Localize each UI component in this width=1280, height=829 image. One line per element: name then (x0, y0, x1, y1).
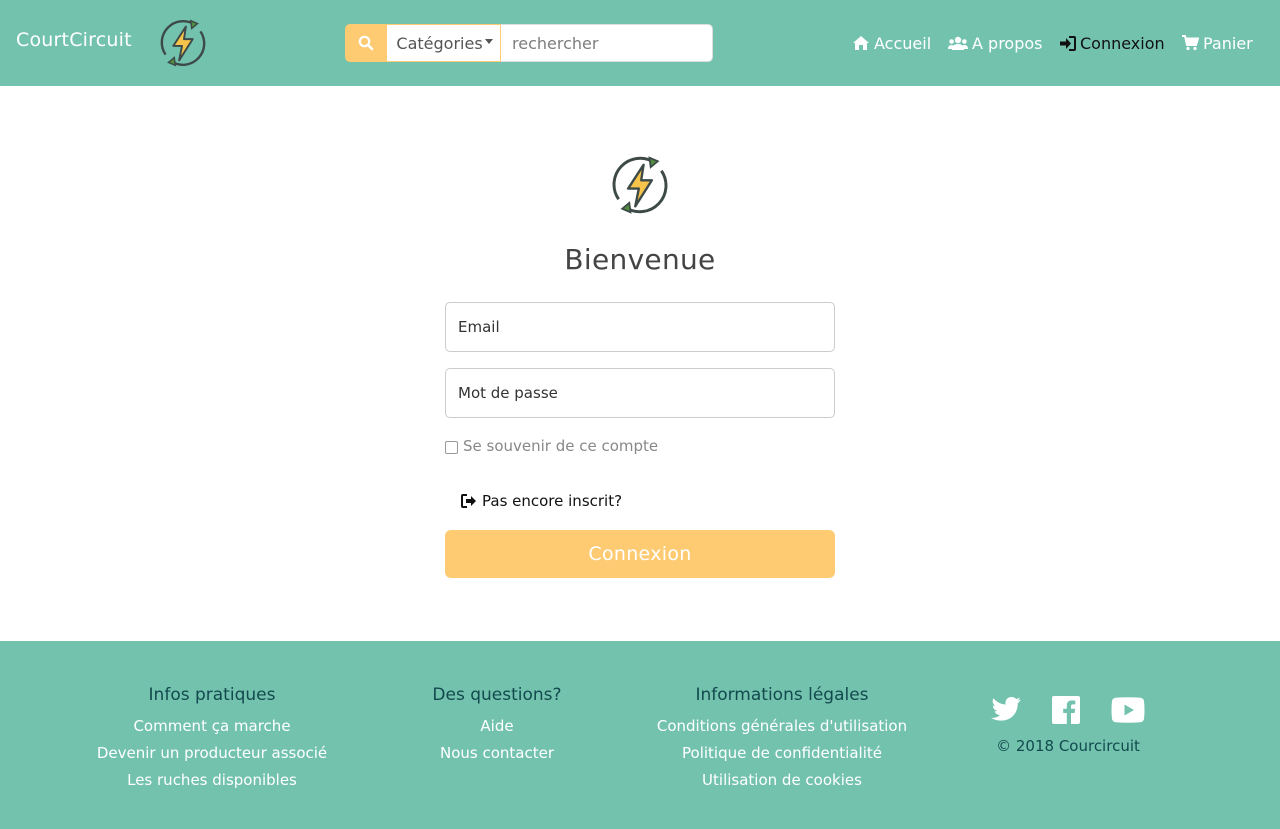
youtube-icon[interactable] (1110, 696, 1146, 724)
nav-panier[interactable]: Panier (1182, 32, 1253, 54)
nav-accueil[interactable]: Accueil (852, 32, 931, 54)
footer-link[interactable]: Devenir un producteur associé (62, 740, 362, 767)
footer-link[interactable]: Aide (397, 713, 597, 740)
caret-down-icon (484, 38, 493, 44)
login-button[interactable]: Connexion (445, 530, 835, 578)
brand-name[interactable]: CourtCircuit (16, 29, 132, 51)
nav-label: Connexion (1080, 33, 1165, 53)
twitter-icon[interactable] (990, 696, 1022, 724)
copyright: © 2018 Courcircuit (996, 737, 1140, 755)
remember-label[interactable]: Se souvenir de ce compte (463, 437, 658, 455)
social-links (988, 696, 1148, 728)
footer-heading: Infos pratiques (148, 685, 276, 705)
search-icon (358, 35, 374, 51)
footer-heading: Informations légales (695, 685, 869, 705)
remember-me: Se souvenir de ce compte (445, 437, 658, 455)
footer-column-infos: Infos pratiques Comment ça marche Deveni… (62, 685, 362, 794)
search-button[interactable] (345, 24, 387, 62)
search-input[interactable] (500, 24, 713, 62)
nav-connexion[interactable]: Connexion (1060, 32, 1165, 54)
footer-link[interactable]: Utilisation de cookies (632, 767, 932, 794)
footer-heading: Des questions? (432, 685, 562, 705)
footer-link[interactable]: Comment ça marche (62, 713, 362, 740)
signup-link[interactable]: Pas encore inscrit? (461, 492, 622, 510)
footer-link[interactable]: Les ruches disponibles (62, 767, 362, 794)
signup-label: Pas encore inscrit? (482, 492, 623, 510)
remember-checkbox[interactable] (445, 440, 458, 454)
sign-out-icon (461, 494, 477, 508)
top-navbar: CourtCircuit Catégories Accueil (0, 0, 1280, 86)
home-icon (852, 35, 870, 51)
nav-label: Panier (1203, 33, 1253, 53)
nav-label: Accueil (874, 33, 932, 53)
footer-link[interactable]: Nous contacter (397, 740, 597, 767)
lightning-logo-icon[interactable] (152, 12, 214, 74)
footer-link[interactable]: Politique de confidentialité (632, 740, 932, 767)
facebook-icon[interactable] (1052, 696, 1080, 724)
lightning-logo-icon (612, 156, 668, 214)
categories-label: Catégories (396, 33, 483, 53)
nav-a-propos[interactable]: A propos (948, 32, 1042, 54)
password-field[interactable] (445, 368, 835, 418)
nav-label: A propos (972, 33, 1043, 53)
page-title: Bienvenue (564, 243, 716, 276)
email-field[interactable] (445, 302, 835, 352)
search-bar: Catégories (345, 24, 713, 62)
footer-column-legal: Informations légales Conditions générale… (632, 685, 932, 794)
footer: Infos pratiques Comment ça marche Deveni… (0, 641, 1280, 829)
footer-link[interactable]: Conditions générales d'utilisation (632, 713, 932, 740)
footer-column-questions: Des questions? Aide Nous contacter (397, 685, 597, 767)
sign-in-icon (1060, 35, 1076, 51)
categories-dropdown[interactable]: Catégories (386, 24, 500, 62)
cart-icon (1182, 35, 1199, 51)
users-icon (948, 35, 968, 51)
